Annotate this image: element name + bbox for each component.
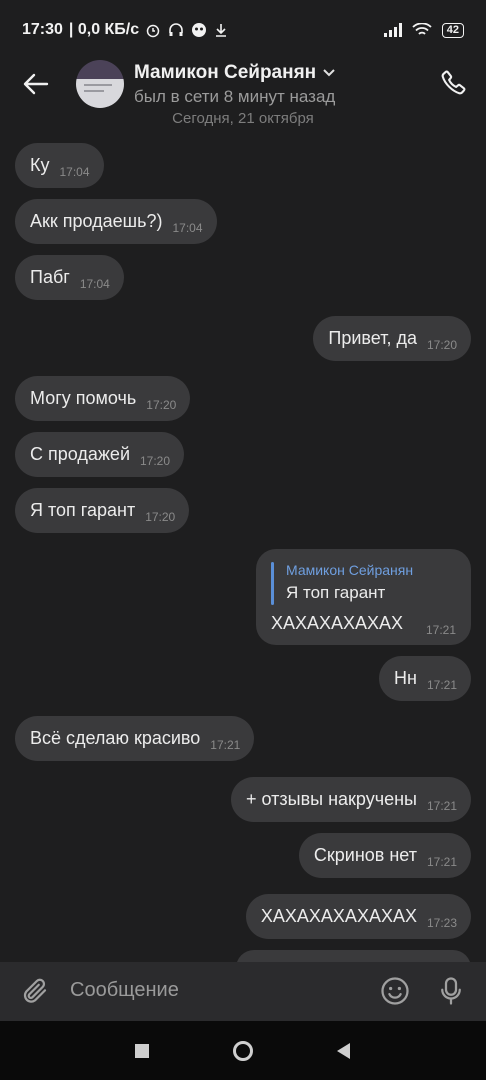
message-time: 17:04 bbox=[79, 276, 110, 291]
message-composer: Сообщение bbox=[0, 962, 486, 1021]
recents-button[interactable] bbox=[130, 1039, 154, 1063]
message-text: + отзывы накручены bbox=[246, 789, 417, 809]
voice-button[interactable] bbox=[434, 974, 468, 1008]
back-nav-button[interactable] bbox=[331, 1039, 355, 1063]
chat-header: Мамикон Сейранян был в сети 8 минут наза… bbox=[0, 60, 486, 116]
message-text: С продажей bbox=[30, 444, 130, 464]
message-text: Я топ гарант bbox=[30, 500, 136, 520]
message-text: Акк продаешь?) bbox=[30, 211, 163, 231]
message-time: 17:21 bbox=[426, 854, 457, 869]
date-separator: Сегодня, 21 октября bbox=[172, 110, 314, 127]
quoted-text[interactable]: Я топ гарант bbox=[286, 583, 385, 603]
arrow-left-icon bbox=[23, 73, 49, 95]
back-button[interactable] bbox=[18, 66, 54, 102]
battery-indicator: 42 bbox=[441, 22, 464, 38]
circle-icon bbox=[233, 1041, 253, 1061]
wifi-icon bbox=[412, 23, 432, 35]
message-time: 17:21 bbox=[426, 677, 457, 692]
headphones-icon bbox=[169, 23, 183, 36]
contact-name[interactable]: Мамикон Сейранян bbox=[134, 62, 336, 84]
microphone-icon bbox=[441, 977, 461, 1005]
message-time: 17:20 bbox=[146, 397, 177, 412]
message-time: 17:04 bbox=[172, 220, 203, 235]
message-incoming[interactable]: С продажей 17:20 bbox=[15, 432, 185, 477]
message-text: Пабг bbox=[30, 267, 70, 287]
quote-bar bbox=[271, 562, 274, 605]
status-right: 42 bbox=[383, 22, 464, 38]
message-incoming[interactable]: Я топ гарант 17:20 bbox=[15, 488, 190, 533]
message-text: ХАХАХАХАХАХ bbox=[271, 613, 404, 633]
message-outgoing[interactable]: Привет, да 17:20 bbox=[313, 316, 471, 361]
message-input[interactable]: Сообщение bbox=[70, 979, 179, 1002]
home-button[interactable] bbox=[231, 1039, 255, 1063]
status-left: 17:30 | 0,0 КБ/с bbox=[22, 21, 228, 39]
system-nav-bar bbox=[0, 1021, 486, 1080]
message-outgoing[interactable]: Скринов нет 17:21 bbox=[298, 833, 471, 878]
status-time: 17:30 bbox=[22, 21, 63, 38]
avatar[interactable] bbox=[76, 60, 124, 108]
message-text: Могу помочь bbox=[30, 388, 137, 408]
message-text: ХАХАХАХАХАХАХ bbox=[260, 906, 417, 926]
contact-name-text: Мамикон Сейранян bbox=[134, 62, 317, 83]
square-icon bbox=[135, 1044, 149, 1058]
message-time: 17:23 bbox=[426, 915, 457, 930]
paperclip-icon bbox=[23, 978, 47, 1003]
quoted-author[interactable]: Мамикон Сейранян bbox=[286, 562, 413, 578]
message-text: Привет, да bbox=[328, 328, 417, 348]
message-text: Нн bbox=[394, 668, 417, 688]
message-outgoing[interactable]: + отзывы накручены 17:21 bbox=[231, 777, 471, 822]
phone-icon bbox=[441, 70, 466, 95]
status-bar: 17:30 | 0,0 КБ/с 42 bbox=[0, 0, 486, 60]
message-text: Ку bbox=[30, 155, 50, 175]
alarm-icon bbox=[146, 24, 160, 38]
triangle-back-icon bbox=[337, 1043, 350, 1059]
message-incoming[interactable]: Пабг 17:04 bbox=[15, 255, 124, 300]
message-time: 17:20 bbox=[145, 509, 176, 524]
chevron-down-icon bbox=[323, 69, 335, 77]
message-reply[interactable]: Мамикон Сейранян Я топ гарант ХАХАХАХАХА… bbox=[256, 549, 471, 645]
contact-status: был в сети 8 минут назад bbox=[134, 87, 336, 106]
download-icon bbox=[216, 24, 227, 37]
message-time: 17:21 bbox=[210, 737, 241, 752]
emoji-button[interactable] bbox=[378, 974, 412, 1008]
status-speed: | 0,0 КБ/с bbox=[68, 21, 140, 38]
message-incoming[interactable]: Могу помочь 17:20 bbox=[15, 376, 191, 421]
app-icon bbox=[192, 23, 207, 37]
signal-icon bbox=[383, 23, 402, 37]
message-time: 17:21 bbox=[425, 623, 456, 637]
message-time: 17:04 bbox=[59, 164, 90, 179]
message-outgoing[interactable]: ХАХАХАХАХАХАХ 17:23 bbox=[245, 894, 471, 939]
message-outgoing[interactable]: Нн 17:21 bbox=[379, 656, 471, 701]
message-text: Всё сделаю красиво bbox=[30, 728, 201, 748]
smiley-icon bbox=[381, 977, 409, 1005]
message-list[interactable]: Ку 17:04 Акк продаешь?) 17:04 Пабг 17:04… bbox=[0, 140, 486, 962]
message-incoming[interactable]: Акк продаешь?) 17:04 bbox=[15, 199, 217, 244]
attach-button[interactable] bbox=[18, 974, 52, 1008]
message-text: Скринов нет bbox=[313, 845, 417, 865]
message-time: 17:20 bbox=[140, 453, 171, 468]
message-time: 17:20 bbox=[426, 337, 457, 352]
status-icons bbox=[145, 22, 228, 38]
message-incoming[interactable]: Ку 17:04 bbox=[15, 143, 104, 188]
call-button[interactable] bbox=[436, 64, 472, 100]
message-time: 17:21 bbox=[426, 798, 457, 813]
message-incoming[interactable]: Всё сделаю красиво 17:21 bbox=[15, 716, 255, 761]
